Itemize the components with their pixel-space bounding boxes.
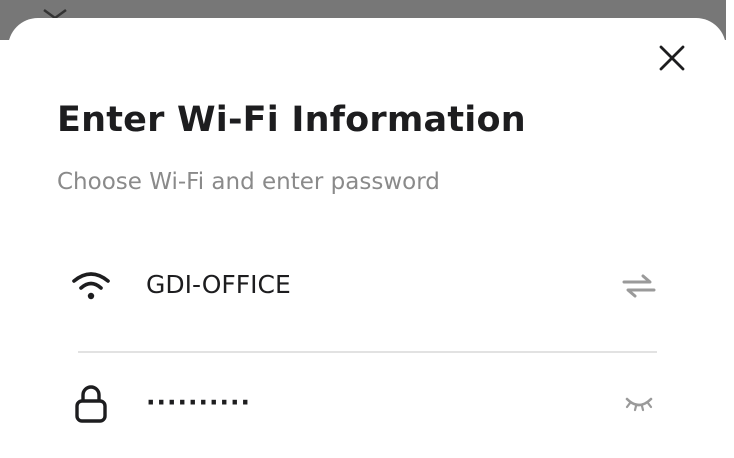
wifi-ssid: GDI-OFFICE [146, 270, 291, 299]
eye-closed-icon [625, 397, 653, 412]
toggle-password-visibility-button[interactable] [621, 388, 657, 420]
password-row[interactable]: ·········· [69, 374, 657, 434]
wifi-icon [69, 266, 113, 306]
switch-network-button[interactable] [621, 270, 657, 302]
divider [78, 351, 657, 353]
page-subtitle: Choose Wi-Fi and enter password [57, 169, 440, 195]
lock-icon [69, 384, 113, 424]
wifi-network-row[interactable]: GDI-OFFICE [69, 256, 657, 316]
password-input[interactable]: ·········· [146, 388, 251, 417]
close-icon [659, 45, 685, 71]
swap-icon [622, 274, 656, 298]
page-title: Enter Wi-Fi Information [57, 100, 526, 140]
close-button[interactable] [652, 38, 692, 78]
